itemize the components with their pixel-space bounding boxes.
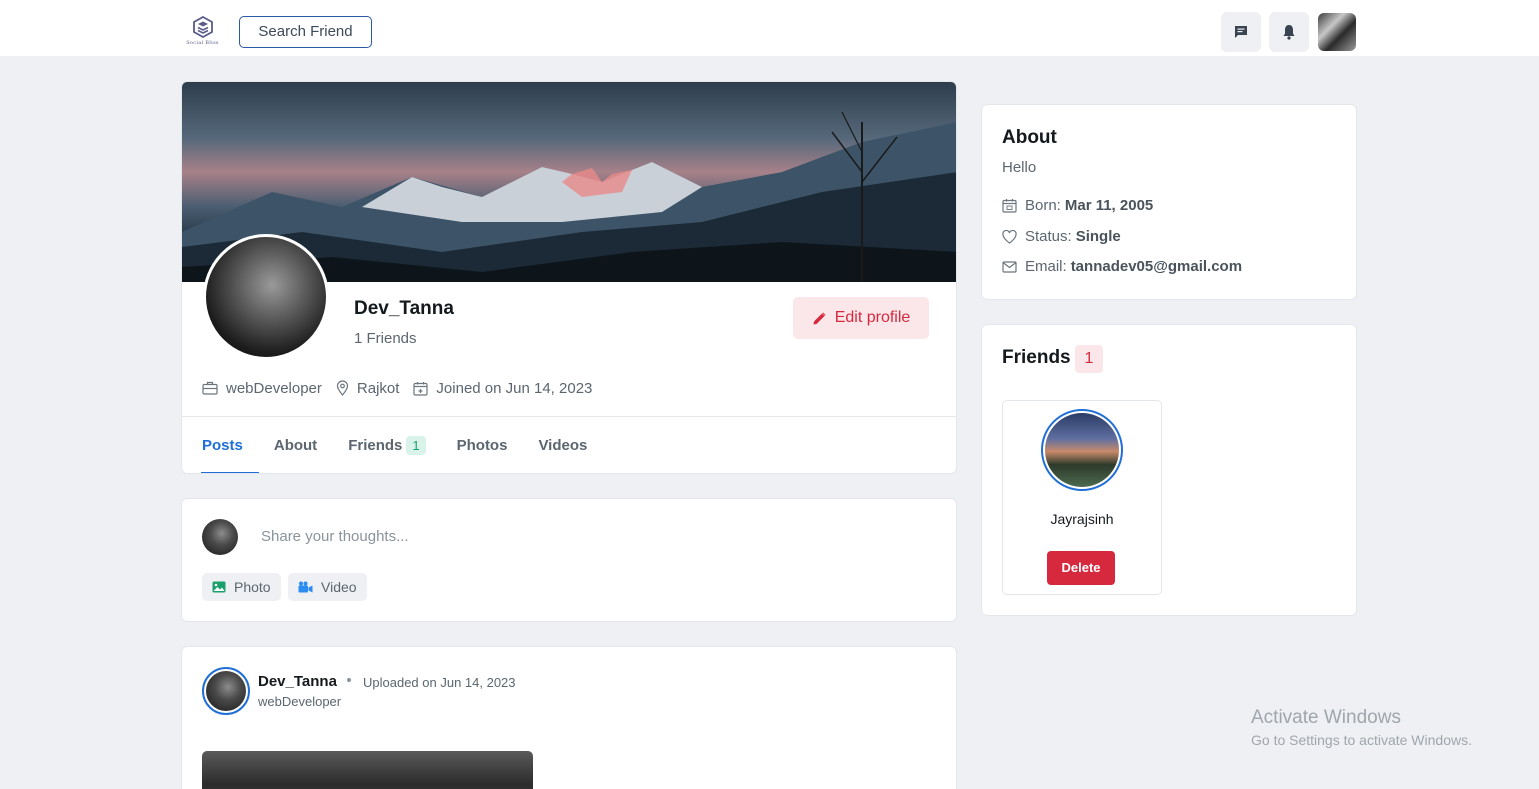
activate-windows-subtitle: Go to Settings to activate Windows. xyxy=(1251,732,1472,748)
post-author-avatar[interactable] xyxy=(202,667,250,715)
tab-about-label: About xyxy=(273,437,318,454)
tab-friends[interactable]: Friends 1 xyxy=(348,417,426,473)
calendar-icon xyxy=(413,381,429,396)
about-email: Email: tannadev05@gmail.com xyxy=(1002,258,1242,275)
friend-name[interactable]: Jayrajsinh xyxy=(1003,511,1161,527)
meta-joined-text: Joined on Jun 14, 2023 xyxy=(436,379,593,397)
share-post-card: Share your thoughts... Photo Video xyxy=(181,498,957,622)
delete-friend-button[interactable]: Delete xyxy=(1047,551,1115,585)
search-friend-button[interactable]: Search Friend xyxy=(239,16,372,48)
post-separator-dot xyxy=(347,678,351,682)
about-status-value: Single xyxy=(1075,228,1121,245)
bell-icon xyxy=(1283,25,1295,40)
edit-profile-button[interactable]: Edit profile xyxy=(793,297,929,339)
friends-count-badge: 1 xyxy=(1075,345,1103,373)
share-thoughts-input[interactable]: Share your thoughts... xyxy=(261,528,409,545)
tab-videos[interactable]: Videos xyxy=(538,417,588,473)
about-email-value: tannadev05@gmail.com xyxy=(1070,258,1243,275)
messages-button[interactable] xyxy=(1221,12,1261,52)
meta-location: Rajkot xyxy=(336,379,400,397)
friends-title: Friends xyxy=(1002,347,1071,368)
about-born: Born: Mar 11, 2005 xyxy=(1002,197,1153,214)
profile-tabs: Posts About Friends 1 Photos Videos xyxy=(201,417,618,473)
user-avatar-menu[interactable] xyxy=(1318,13,1356,51)
chat-icon xyxy=(1235,26,1247,38)
tab-photos[interactable]: Photos xyxy=(456,417,508,473)
edit-profile-label: Edit profile xyxy=(834,309,911,326)
tab-about[interactable]: About xyxy=(273,417,318,473)
profile-meta: webDeveloper Rajkot Joined on Jun 14, 20… xyxy=(202,378,606,398)
top-navbar: Social Bliss Search Friend xyxy=(0,0,1539,56)
about-email-label: Email: xyxy=(1025,258,1067,275)
about-born-label: Born: xyxy=(1025,197,1061,214)
photo-button[interactable]: Photo xyxy=(202,573,281,601)
tab-friends-badge: 1 xyxy=(406,436,426,455)
about-description: Hello xyxy=(1002,159,1037,176)
post-author-name[interactable]: Dev_Tanna xyxy=(258,673,337,690)
tab-friends-label: Friends xyxy=(348,437,403,454)
envelope-icon xyxy=(1002,260,1017,273)
post-date: Uploaded on Jun 14, 2023 xyxy=(363,675,516,690)
notifications-button[interactable] xyxy=(1269,12,1309,52)
image-icon xyxy=(212,581,226,593)
meta-role: webDeveloper xyxy=(202,380,322,397)
briefcase-icon xyxy=(202,381,218,395)
post-card: Dev_Tanna Uploaded on Jun 14, 2023 webDe… xyxy=(181,646,957,789)
about-status-label: Status: xyxy=(1025,228,1072,245)
tab-posts-label: Posts xyxy=(202,437,243,454)
activate-windows-title: Activate Windows xyxy=(1251,707,1401,728)
location-pin-icon xyxy=(336,380,348,396)
profile-name: Dev_Tanna xyxy=(354,298,454,319)
about-status: Status: Single xyxy=(1002,228,1121,245)
tab-videos-label: Videos xyxy=(538,437,588,454)
post-author-role: webDeveloper xyxy=(258,694,342,709)
post-image[interactable] xyxy=(202,751,533,789)
calendar-icon xyxy=(1002,199,1017,213)
meta-role-text: webDeveloper xyxy=(226,379,322,397)
app-logo[interactable]: Social Bliss xyxy=(180,16,225,48)
about-title: About xyxy=(1002,127,1057,148)
about-born-value: Mar 11, 2005 xyxy=(1064,197,1154,214)
logo-text: Social Bliss xyxy=(186,40,219,46)
post-author-avatar-image xyxy=(206,671,246,711)
tab-photos-label: Photos xyxy=(456,437,508,454)
video-button[interactable]: Video xyxy=(288,573,367,601)
meta-joined: Joined on Jun 14, 2023 xyxy=(413,380,592,397)
friend-avatar[interactable] xyxy=(1041,409,1123,491)
friend-avatar-image xyxy=(1045,413,1119,487)
share-avatar xyxy=(202,519,238,555)
friend-tile: Jayrajsinh Delete xyxy=(1002,400,1162,595)
heart-icon xyxy=(1002,229,1017,244)
video-button-label: Video xyxy=(321,579,357,595)
logo-icon xyxy=(192,16,213,38)
profile-avatar[interactable] xyxy=(203,234,329,360)
profile-friends-count: 1 Friends xyxy=(354,330,417,347)
tab-posts[interactable]: Posts xyxy=(201,417,259,473)
about-card: About Hello Born: Mar 11, 2005 Status: S… xyxy=(981,104,1357,300)
friends-card: Friends 1 Jayrajsinh Delete xyxy=(981,324,1357,616)
pencil-icon xyxy=(813,312,826,324)
video-camera-icon xyxy=(298,581,313,593)
photo-button-label: Photo xyxy=(234,579,271,595)
profile-card: Dev_Tanna 1 Friends Edit profile webDeve… xyxy=(181,81,957,474)
meta-location-text: Rajkot xyxy=(356,379,400,397)
